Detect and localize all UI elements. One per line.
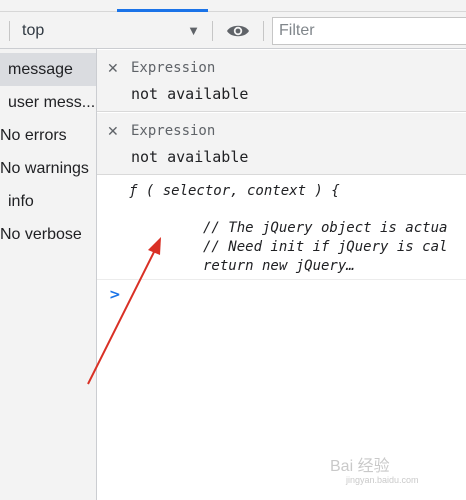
function-signature: ƒ ( selector, context ) { [129,183,340,199]
toolbar-divider [9,21,10,41]
sidebar-item-label: No errors [0,127,67,144]
top-tab-strip [0,0,466,12]
filter-input[interactable] [272,17,466,45]
function-body-line: return new jQuery… [203,258,355,274]
context-selector[interactable]: top ▼ [20,18,206,43]
context-selector-value: top [22,22,45,39]
live-expression: ✕ Expression not available [97,50,466,112]
sidebar-item-info[interactable]: info [0,185,96,218]
live-expression-value: not available [131,85,249,103]
baidu-watermark: Bai 经验 [330,458,390,475]
eye-icon[interactable] [226,22,250,40]
baidu-watermark-url: jingyan.baidu.com [346,475,419,485]
sidebar-item-label: message [8,61,73,78]
console-main: ✕ Expression not available ✕ Expression … [97,49,466,500]
function-body-line: // The jQuery object is actua [203,220,448,236]
function-body-line: // Need init if jQuery is cal [203,239,448,255]
live-expression-name[interactable]: Expression [131,60,215,76]
live-expression-value: not available [131,148,249,166]
live-expression-name[interactable]: Expression [131,123,215,139]
sidebar-item-label: info [8,193,34,210]
console-sidebar: message user mess... No errors No warnin… [0,49,97,500]
close-icon[interactable]: ✕ [107,61,119,77]
toolbar-divider [263,21,264,41]
sidebar-item-user-messages[interactable]: user mess... [0,86,96,119]
sidebar-item-verbose[interactable]: No verbose [0,218,96,251]
sidebar-item-messages[interactable]: message [0,53,96,86]
sidebar-item-label: user mess... [8,94,96,111]
sidebar-item-label: No warnings [0,160,89,177]
toolbar-divider [212,21,213,41]
sidebar-item-label: No verbose [0,226,82,243]
live-expression: ✕ Expression not available [97,113,466,175]
sidebar-item-warnings[interactable]: No warnings [0,152,96,185]
console-prompt-chevron-icon[interactable]: > [109,287,121,303]
sidebar-item-errors[interactable]: No errors [0,119,96,152]
console-log-entry[interactable]: ƒ ( selector, context ) { // The jQuery … [97,176,466,280]
console-toolbar: top ▼ [0,12,466,49]
close-icon[interactable]: ✕ [107,124,119,140]
triangle-down-icon: ▼ [187,23,200,38]
